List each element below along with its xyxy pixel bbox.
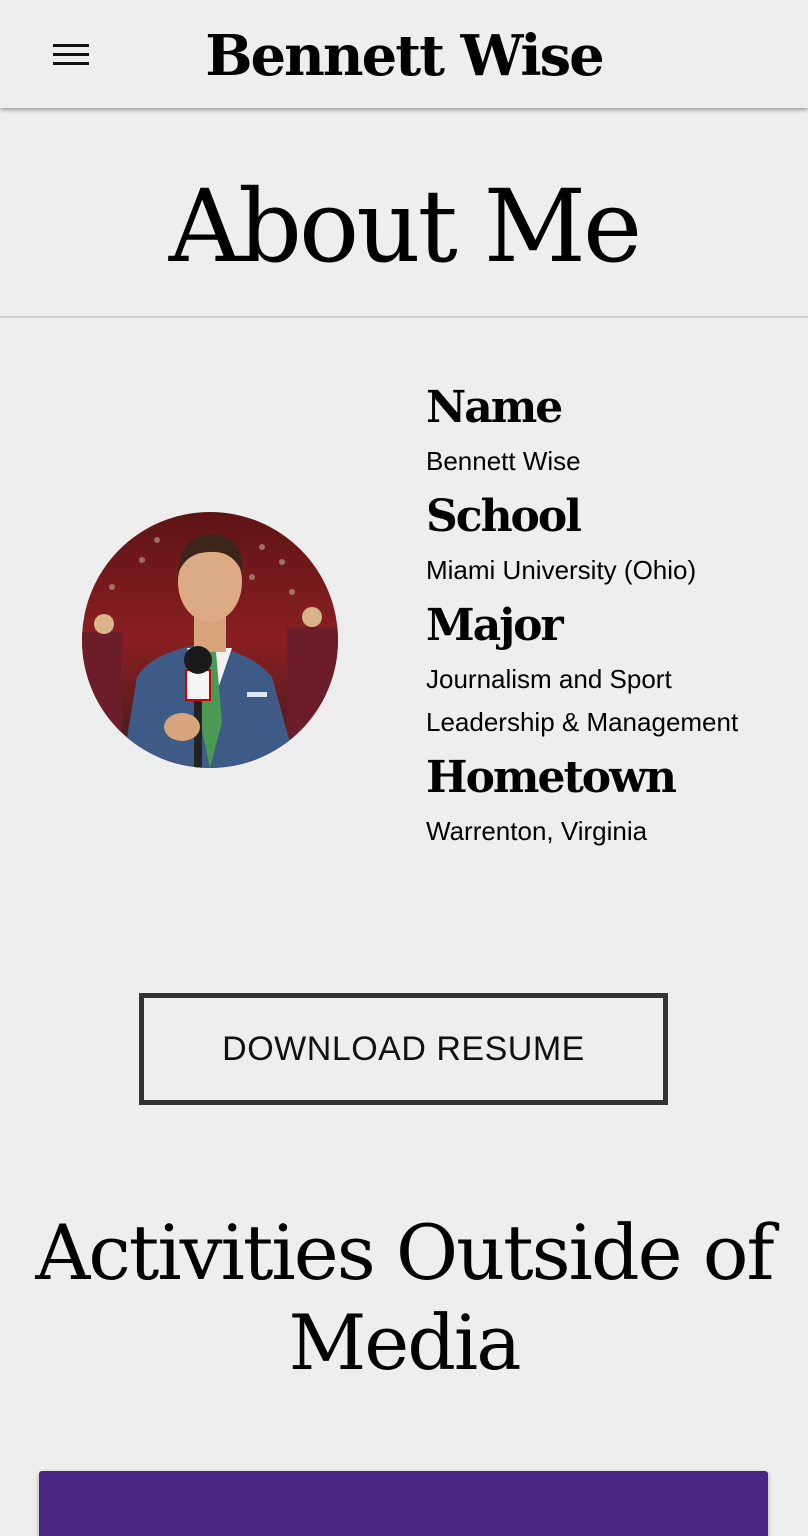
profile-photo-illustration <box>82 512 338 768</box>
page-title: About Me <box>168 168 642 285</box>
name-value: Bennett Wise <box>426 446 581 476</box>
major-heading: Major <box>426 600 564 651</box>
hometown-value: Warrenton, Virginia <box>426 816 648 846</box>
activities-section-title: Activities Outside of Media <box>35 1208 774 1387</box>
name-heading: Name <box>426 382 563 433</box>
site-brand-link[interactable]: Bennett Wise <box>0 18 808 94</box>
major-value: Journalism and Sport Leadership & Manage… <box>426 664 739 737</box>
hometown-heading: Hometown <box>426 752 677 803</box>
top-navbar: Bennett Wise <box>0 0 808 108</box>
download-resume-button[interactable]: DOWNLOAD RESUME <box>139 993 668 1105</box>
school-value: Miami University (Ohio) <box>426 555 697 585</box>
profile-photo <box>82 512 338 768</box>
activity-card[interactable] <box>39 1471 768 1536</box>
page-header: About Me <box>0 110 808 318</box>
school-heading: School <box>426 491 582 542</box>
profile-info: Name Bennett Wise School Miami Universit… <box>426 376 796 855</box>
